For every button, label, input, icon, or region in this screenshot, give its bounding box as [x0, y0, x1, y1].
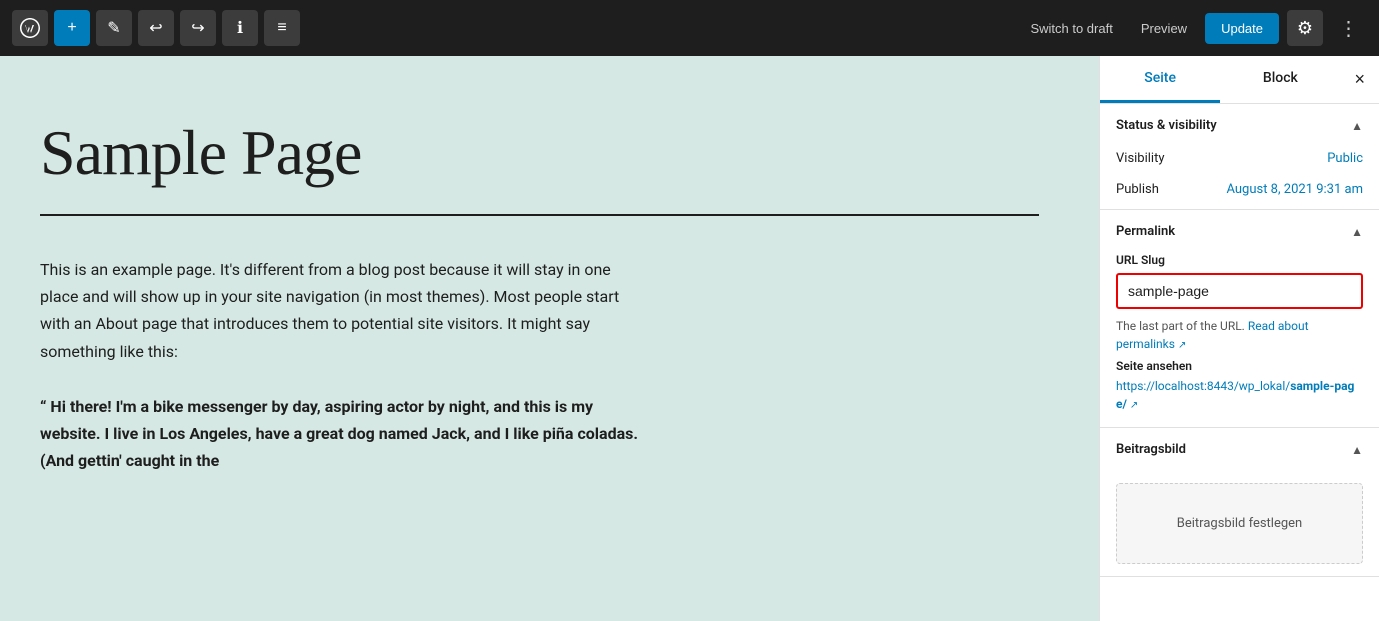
ellipsis-icon: ⋮ — [1339, 16, 1360, 41]
beitragsbild-body: Beitragsbild festlegen — [1100, 471, 1379, 576]
update-button[interactable]: Update — [1205, 13, 1279, 44]
seite-ansehen-ext-icon: ↗ — [1130, 400, 1138, 411]
tab-block[interactable]: Block — [1220, 56, 1340, 103]
seite-ansehen-label: Seite ansehen — [1100, 359, 1379, 377]
info-button[interactable]: ℹ — [222, 10, 258, 46]
beitragsbild-chevron: ▲ — [1351, 443, 1363, 457]
external-link-icon: ↗ — [1178, 340, 1186, 351]
tab-seite[interactable]: Seite — [1100, 56, 1220, 103]
url-slug-label: URL Slug — [1100, 253, 1379, 273]
sidebar-tabs: Seite Block × — [1100, 56, 1379, 104]
page-intro-text: This is an example page. It's different … — [40, 256, 640, 365]
new-block-button[interactable]: + — [54, 10, 90, 46]
permalink-title: Permalink — [1116, 224, 1175, 239]
visibility-value[interactable]: Public — [1327, 151, 1363, 166]
url-hint: The last part of the URL. Read about per… — [1100, 317, 1379, 359]
editor-canvas[interactable]: Sample Page This is an example page. It'… — [0, 56, 1099, 621]
info-icon: ℹ — [237, 18, 243, 38]
url-slug-input[interactable] — [1116, 273, 1363, 309]
main-area: Sample Page This is an example page. It'… — [0, 56, 1379, 621]
undo-icon: ↩ — [149, 18, 162, 38]
status-visibility-header[interactable]: Status & visibility ▲ — [1100, 104, 1379, 147]
publish-row: Publish August 8, 2021 9:31 am — [1100, 178, 1379, 209]
seite-ansehen-url-bold: sample-page/ — [1116, 379, 1354, 411]
page-quote-text: “ Hi there! I'm a bike messenger by day,… — [40, 393, 640, 475]
visibility-row: Visibility Public — [1100, 147, 1379, 178]
beitragsbild-title: Beitragsbild — [1116, 442, 1186, 457]
settings-button[interactable]: ⚙ — [1287, 10, 1323, 46]
toolbar-left: + ✎ ↩ ↪ ℹ ≡ — [12, 10, 300, 46]
quote-bold-text: “ Hi there! I'm a bike messenger by day,… — [40, 397, 638, 470]
redo-icon: ↪ — [191, 18, 204, 38]
preview-button[interactable]: Preview — [1131, 15, 1197, 42]
title-divider — [40, 214, 1039, 216]
list-icon: ≡ — [277, 19, 286, 37]
gear-icon: ⚙ — [1297, 18, 1313, 39]
wp-logo-button[interactable] — [12, 10, 48, 46]
more-options-button[interactable]: ⋮ — [1331, 10, 1367, 46]
seite-ansehen-link[interactable]: https://localhost:8443/wp_lokal/sample-p… — [1100, 377, 1379, 427]
sidebar-close-button[interactable]: × — [1341, 56, 1379, 103]
toolbar: + ✎ ↩ ↪ ℹ ≡ Switch to draft Preview Upda… — [0, 0, 1379, 56]
plus-icon: + — [67, 19, 76, 37]
beitragsbild-section: Beitragsbild ▲ Beitragsbild festlegen — [1100, 428, 1379, 577]
status-visibility-chevron: ▲ — [1351, 119, 1363, 133]
publish-label: Publish — [1116, 182, 1159, 197]
permalink-header[interactable]: Permalink ▲ — [1100, 210, 1379, 253]
switch-to-draft-button[interactable]: Switch to draft — [1020, 15, 1122, 42]
edit-button[interactable]: ✎ — [96, 10, 132, 46]
beitragsbild-header[interactable]: Beitragsbild ▲ — [1100, 428, 1379, 471]
publish-value[interactable]: August 8, 2021 9:31 am — [1226, 182, 1363, 197]
status-visibility-title: Status & visibility — [1116, 118, 1217, 133]
page-title: Sample Page — [40, 116, 1039, 190]
undo-button[interactable]: ↩ — [138, 10, 174, 46]
sidebar-panel: Seite Block × Status & visibility ▲ Visi… — [1099, 56, 1379, 621]
list-view-button[interactable]: ≡ — [264, 10, 300, 46]
permalink-section: Permalink ▲ URL Slug The last part of th… — [1100, 210, 1379, 428]
beitragsbild-placeholder[interactable]: Beitragsbild festlegen — [1116, 483, 1363, 564]
redo-button[interactable]: ↪ — [180, 10, 216, 46]
permalink-chevron: ▲ — [1351, 225, 1363, 239]
visibility-label: Visibility — [1116, 151, 1165, 166]
status-visibility-section: Status & visibility ▲ Visibility Public … — [1100, 104, 1379, 210]
pencil-icon: ✎ — [107, 18, 120, 38]
toolbar-right: Switch to draft Preview Update ⚙ ⋮ — [1020, 10, 1367, 46]
